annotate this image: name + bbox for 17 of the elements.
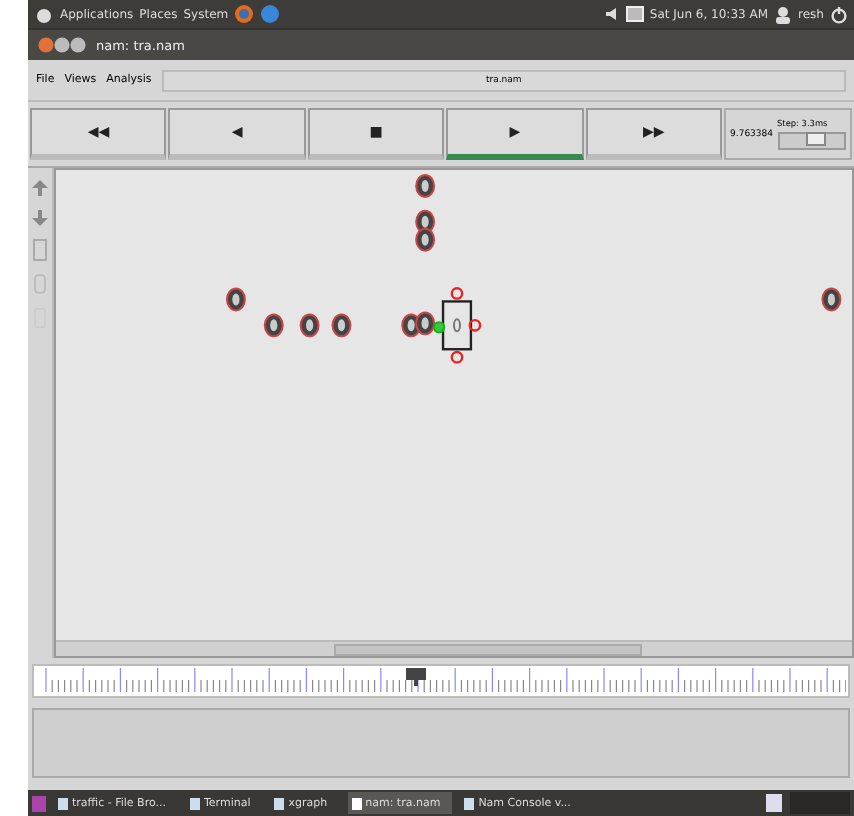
horizontal-scrollbar[interactable]: [56, 640, 852, 656]
slider-thumb[interactable]: [806, 132, 827, 146]
window-icon: [351, 797, 362, 809]
browser-icon[interactable]: [234, 4, 255, 24]
time-marker-icon[interactable]: [406, 668, 426, 686]
window-icon: [274, 797, 285, 809]
power-icon[interactable]: [830, 5, 848, 23]
window-icon: [190, 797, 200, 809]
volume-icon[interactable]: [603, 6, 620, 22]
window-icon: [464, 797, 475, 809]
window-controls-icon[interactable]: [38, 36, 86, 54]
window-icon: [58, 797, 68, 809]
zoom-out-icon[interactable]: [30, 208, 50, 228]
step-slider[interactable]: [777, 132, 847, 150]
zoom-in-icon[interactable]: [30, 178, 50, 198]
user-icon: [774, 5, 793, 23]
workspace-switcher[interactable]: [790, 792, 850, 814]
